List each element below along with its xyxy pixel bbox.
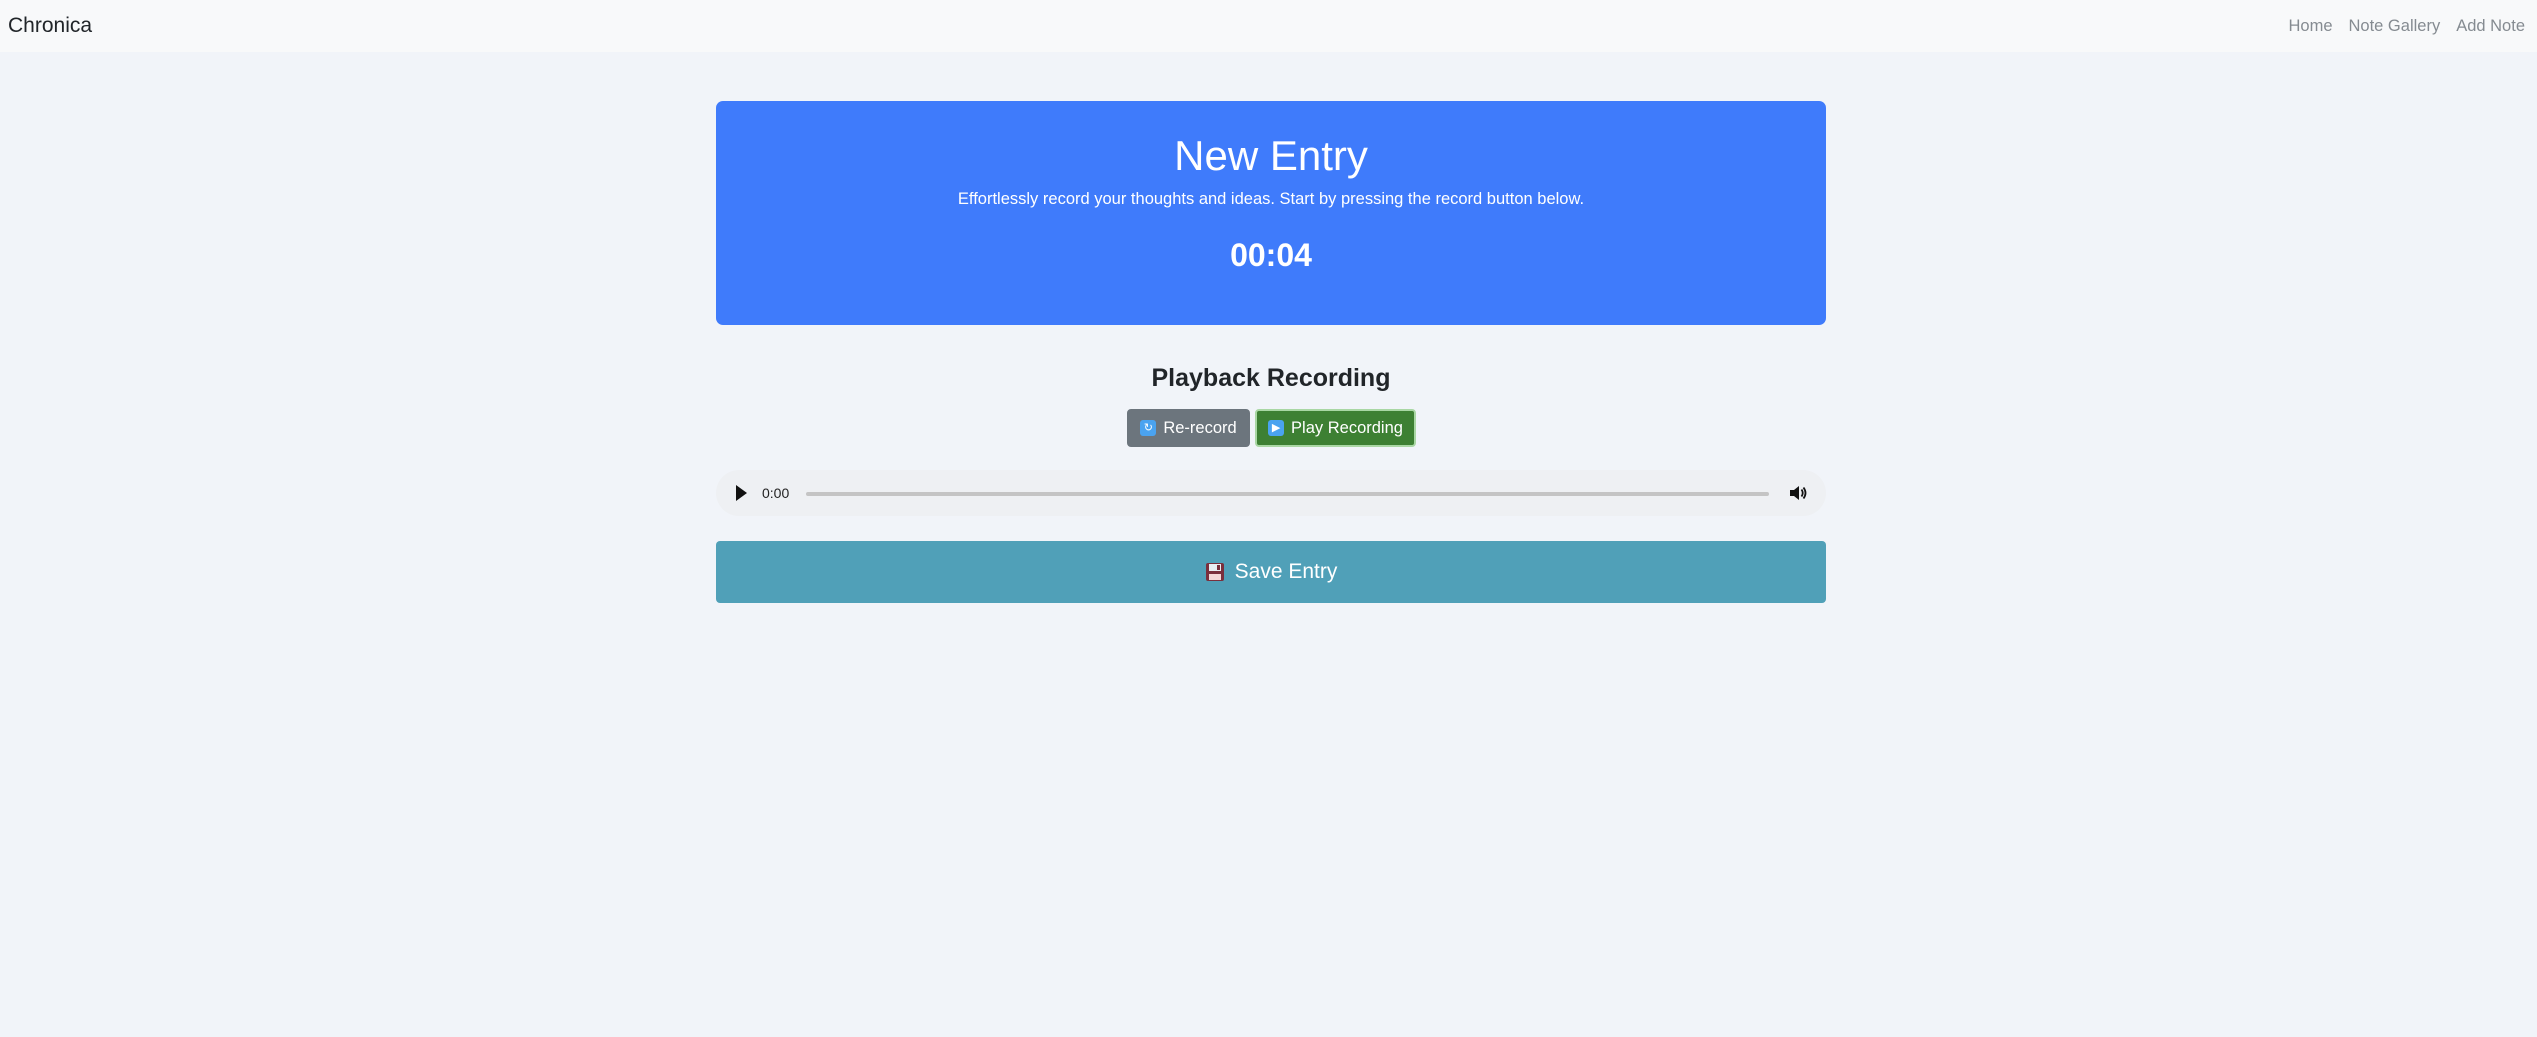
play-recording-label: Play Recording	[1291, 418, 1403, 437]
save-entry-label: Save Entry	[1234, 560, 1338, 583]
floppy-disk-icon	[1205, 563, 1224, 581]
page-subtitle: Effortlessly record your thoughts and id…	[957, 190, 1585, 208]
play-icon: ▶	[1268, 420, 1285, 436]
page-title: New Entry	[1174, 132, 1368, 179]
audio-time: 0:00	[762, 485, 790, 501]
brand-link[interactable]: Chronica	[8, 14, 92, 38]
new-entry-banner: New Entry Effortlessly record your thoug…	[716, 101, 1826, 325]
volume-icon[interactable]	[1788, 483, 1808, 503]
audio-progress-track[interactable]	[806, 492, 1769, 496]
nav-links: Home Note Gallery Add Note	[2280, 17, 2529, 36]
audio-play-icon[interactable]	[736, 485, 747, 501]
nav-link-note-gallery[interactable]: Note Gallery	[2341, 17, 2449, 36]
navbar: Chronica Home Note Gallery Add Note	[0, 0, 2537, 52]
audio-player: 0:00	[716, 470, 1826, 516]
recording-timer: 00:04	[1230, 237, 1312, 273]
playback-title: Playback Recording	[1151, 364, 1391, 392]
refresh-icon: ↻	[1140, 420, 1157, 436]
nav-link-add-note[interactable]: Add Note	[2448, 17, 2529, 36]
save-entry-button[interactable]: Save Entry	[716, 541, 1826, 603]
rerecord-label: Re-record	[1163, 418, 1237, 437]
play-recording-button[interactable]: ▶ Play Recording	[1255, 409, 1416, 447]
rerecord-button[interactable]: ↻ Re-record	[1127, 409, 1250, 447]
nav-link-home[interactable]: Home	[2280, 17, 2340, 36]
